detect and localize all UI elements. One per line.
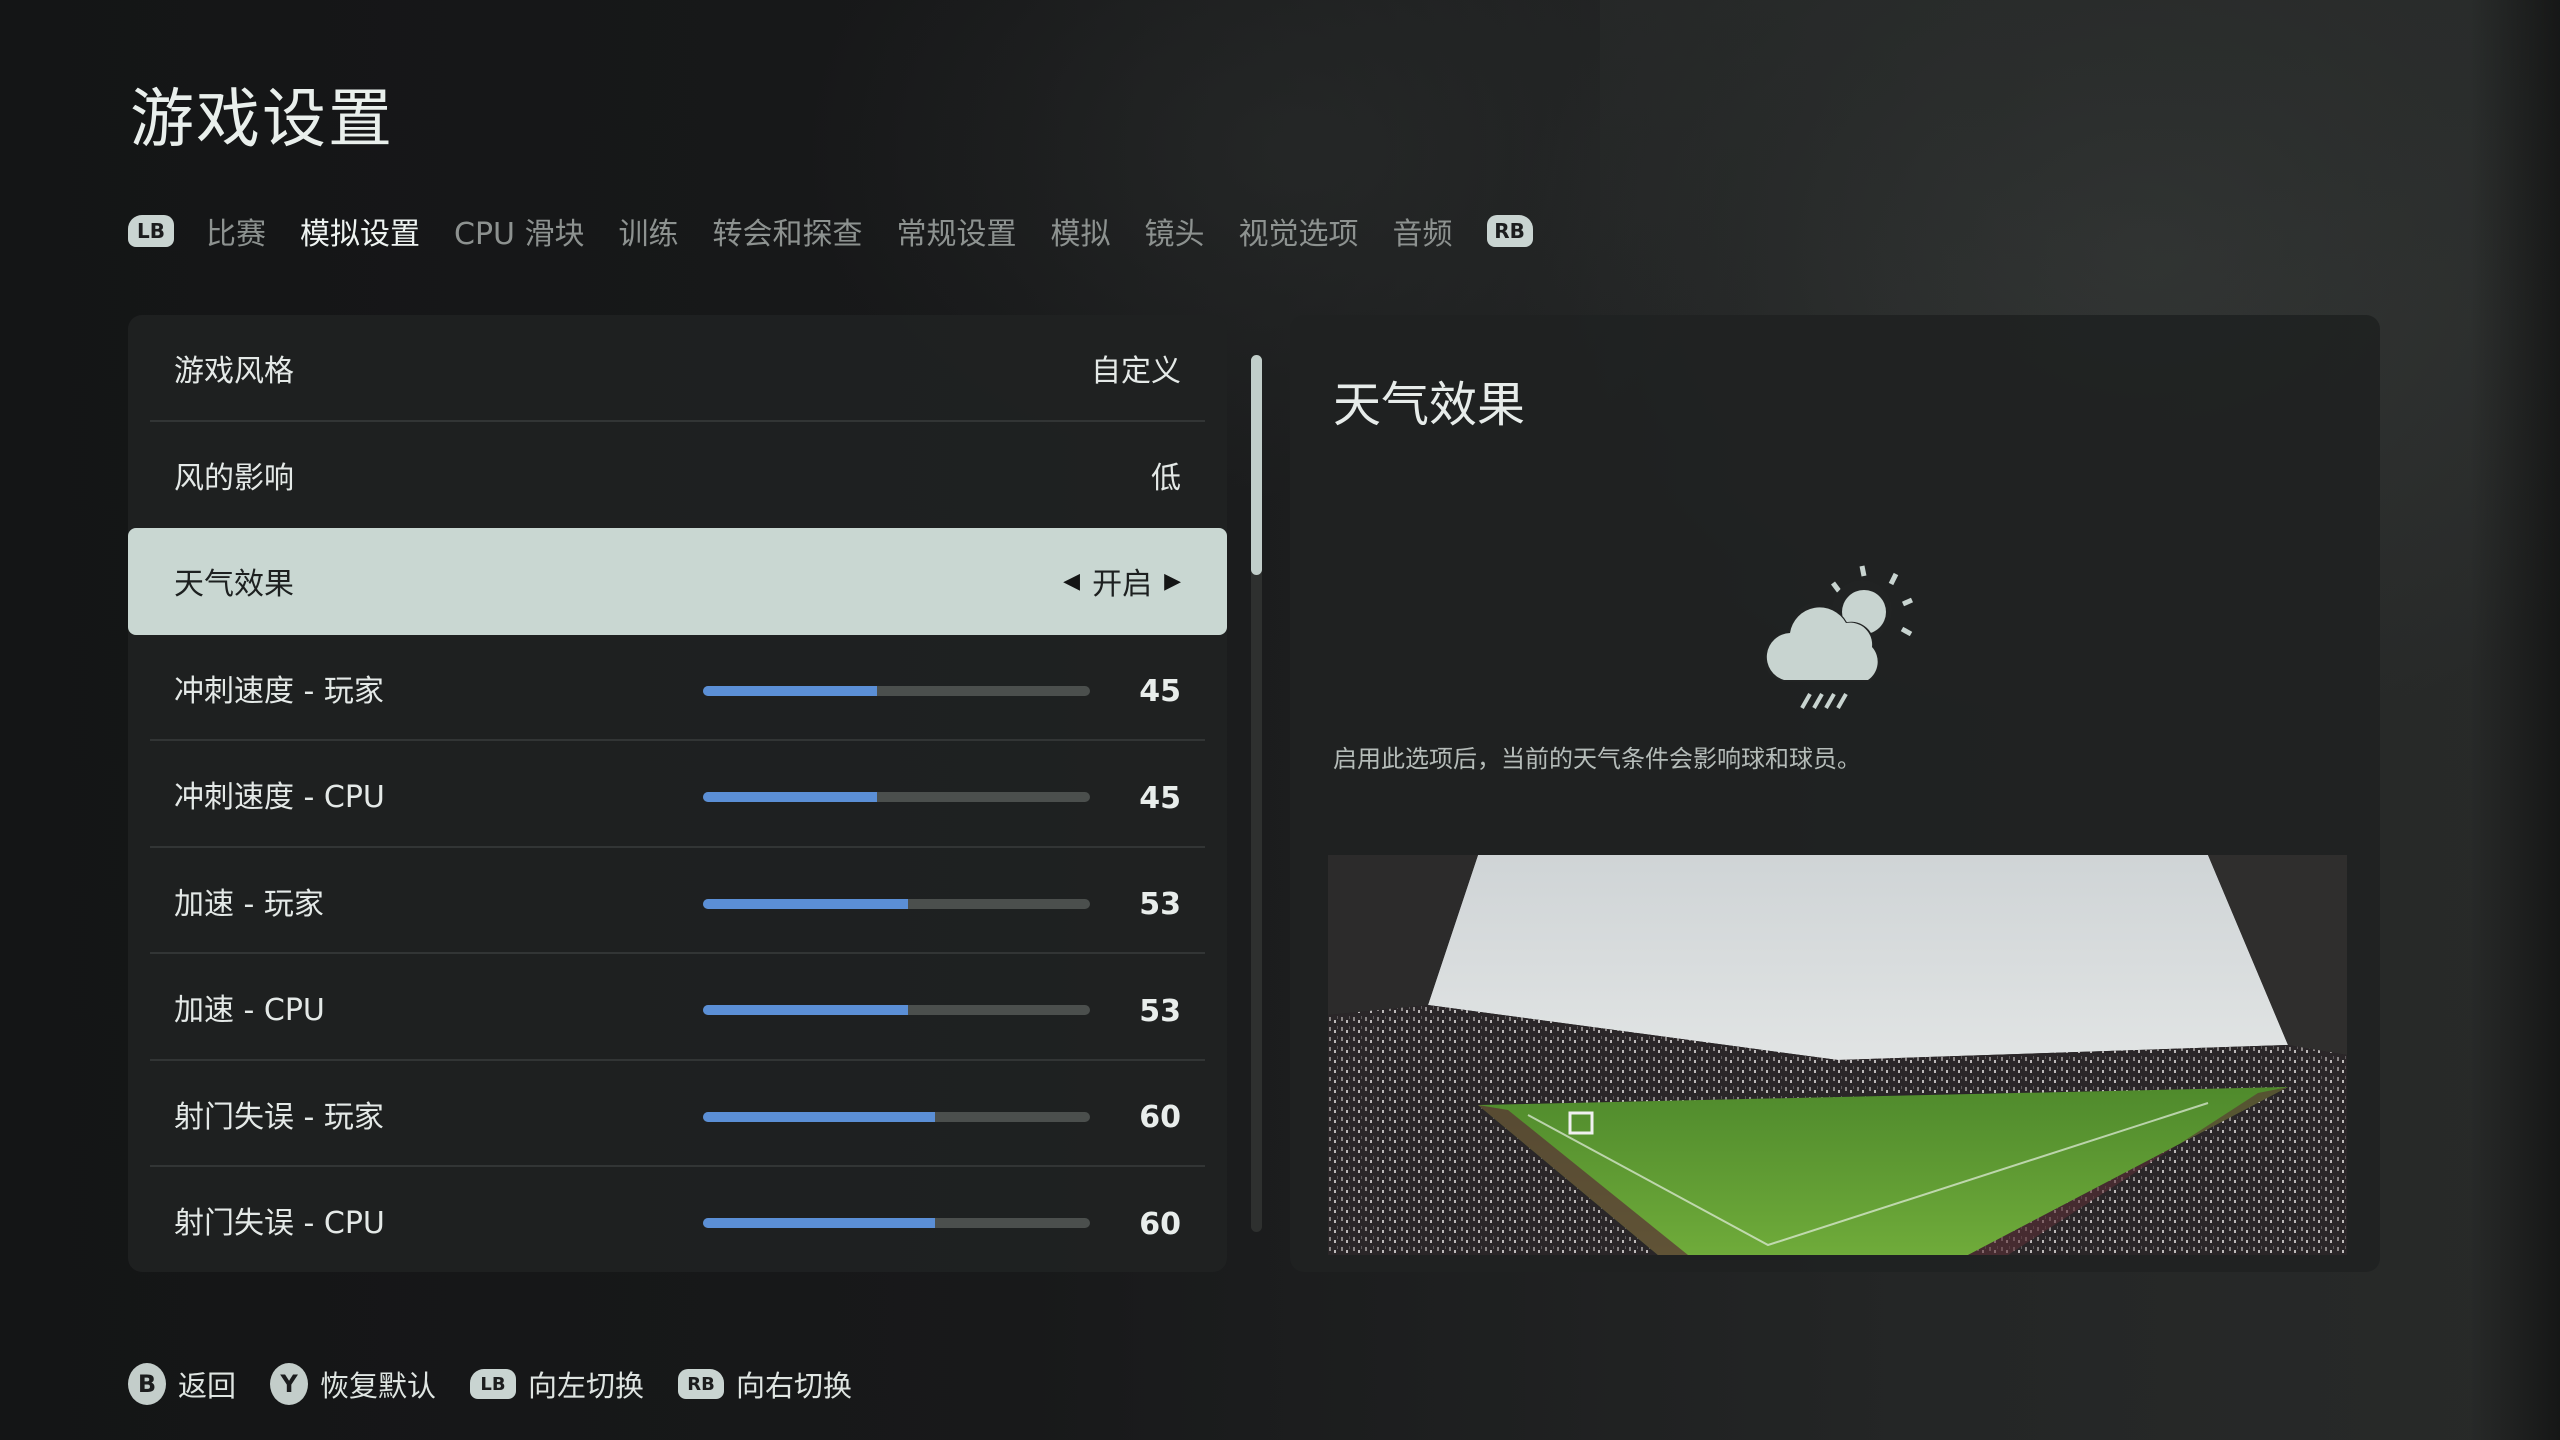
slider-track[interactable] bbox=[703, 898, 1090, 909]
slider-fill bbox=[703, 1218, 936, 1229]
background-edge bbox=[2470, 0, 2560, 1440]
settings-list: 游戏风格 自定义 风的影响 低 天气效果 ◀ 开启 ▶ 冲刺速度 - 玩家 45… bbox=[128, 315, 1227, 1272]
rb-button-icon: RB bbox=[678, 1369, 725, 1399]
slider-row-shot-error-player[interactable]: 射门失误 - 玩家 60 bbox=[128, 1061, 1227, 1168]
setting-value: 自定义 bbox=[1091, 354, 1181, 390]
slider-value: 53 bbox=[1139, 993, 1181, 1029]
slider-value: 45 bbox=[1139, 780, 1181, 816]
slider-label: 射门失误 - CPU bbox=[174, 1206, 385, 1242]
slider-label: 冲刺速度 - CPU bbox=[174, 780, 385, 816]
slider-fill bbox=[703, 685, 878, 696]
setting-row-weather-effects[interactable]: 天气效果 ◀ 开启 ▶ bbox=[128, 528, 1227, 635]
tab-bar: LB 比赛 模拟设置 CPU 滑块 训练 转会和探查 常规设置 模拟 镜头 视觉… bbox=[128, 208, 1533, 254]
slider-value: 53 bbox=[1139, 887, 1181, 923]
slider-label: 加速 - 玩家 bbox=[174, 886, 324, 922]
arrow-right-icon[interactable]: ▶ bbox=[1164, 569, 1181, 594]
detail-title: 天气效果 bbox=[1333, 377, 1526, 433]
stadium-preview-image bbox=[1328, 855, 2347, 1255]
setting-value: 开启 bbox=[1092, 567, 1153, 603]
tab-simulation-settings[interactable]: 模拟设置 bbox=[300, 209, 420, 253]
tab-general-settings[interactable]: 常规设置 bbox=[897, 209, 1017, 253]
slider-label: 加速 - CPU bbox=[174, 993, 325, 1029]
tab-simulation[interactable]: 模拟 bbox=[1051, 209, 1111, 253]
lb-button-icon: LB bbox=[470, 1369, 517, 1399]
slider-label: 射门失误 - 玩家 bbox=[174, 1099, 384, 1135]
setting-value: 低 bbox=[1151, 460, 1181, 496]
slider-value: 60 bbox=[1139, 1206, 1181, 1242]
slider-fill bbox=[703, 792, 878, 803]
setting-label: 游戏风格 bbox=[174, 354, 294, 390]
tab-camera[interactable]: 镜头 bbox=[1145, 209, 1205, 253]
setting-row-game-style[interactable]: 游戏风格 自定义 bbox=[128, 315, 1227, 422]
back-hint[interactable]: B 返回 bbox=[128, 1363, 236, 1405]
switch-right-hint[interactable]: RB 向右切换 bbox=[678, 1363, 852, 1405]
setting-label: 风的影响 bbox=[174, 460, 294, 496]
slider-track[interactable] bbox=[703, 1005, 1090, 1016]
tab-audio[interactable]: 音频 bbox=[1393, 209, 1453, 253]
hint-label: 向左切换 bbox=[528, 1369, 645, 1403]
tab-training[interactable]: 训练 bbox=[619, 209, 679, 253]
slider-track[interactable] bbox=[703, 1111, 1090, 1122]
scrollbar-thumb[interactable] bbox=[1251, 355, 1262, 575]
slider-value: 45 bbox=[1139, 674, 1181, 710]
setting-label: 天气效果 bbox=[174, 567, 294, 603]
slider-fill bbox=[703, 1111, 936, 1122]
slider-row-sprint-speed-cpu[interactable]: 冲刺速度 - CPU 45 bbox=[128, 741, 1227, 848]
hint-label: 恢复默认 bbox=[320, 1369, 437, 1403]
hint-label: 返回 bbox=[178, 1369, 237, 1403]
y-button-icon: Y bbox=[270, 1363, 309, 1405]
slider-track[interactable] bbox=[703, 685, 1090, 696]
option-selector: ◀ 开启 ▶ bbox=[1063, 559, 1181, 603]
slider-row-shot-error-cpu[interactable]: 射门失误 - CPU 60 bbox=[128, 1167, 1227, 1272]
rb-bumper-icon[interactable]: RB bbox=[1486, 215, 1533, 247]
setting-row-wind-effect[interactable]: 风的影响 低 bbox=[128, 422, 1227, 529]
slider-track[interactable] bbox=[703, 792, 1090, 803]
background-shade bbox=[1600, 0, 2560, 320]
arrow-left-icon[interactable]: ◀ bbox=[1063, 569, 1080, 594]
tab-visual-options[interactable]: 视觉选项 bbox=[1239, 209, 1359, 253]
slider-row-acceleration-cpu[interactable]: 加速 - CPU 53 bbox=[128, 954, 1227, 1061]
detail-description: 启用此选项后，当前的天气条件会影响球和球员。 bbox=[1333, 745, 1861, 773]
page-title: 游戏设置 bbox=[130, 83, 394, 157]
slider-row-sprint-speed-player[interactable]: 冲刺速度 - 玩家 45 bbox=[128, 635, 1227, 742]
slider-fill bbox=[703, 898, 909, 909]
scrollbar[interactable] bbox=[1251, 355, 1262, 1232]
switch-left-hint[interactable]: LB 向左切换 bbox=[470, 1363, 644, 1405]
lb-bumper-icon[interactable]: LB bbox=[128, 215, 174, 247]
b-button-icon: B bbox=[128, 1363, 166, 1405]
tab-transfers-scouting[interactable]: 转会和探查 bbox=[713, 209, 863, 253]
tab-cpu-sliders[interactable]: CPU 滑块 bbox=[454, 209, 585, 253]
tab-match[interactable]: 比赛 bbox=[206, 209, 266, 253]
slider-row-acceleration-player[interactable]: 加速 - 玩家 53 bbox=[128, 848, 1227, 955]
hint-label: 向右切换 bbox=[736, 1369, 853, 1403]
weather-rain-sun-icon bbox=[1763, 565, 1914, 709]
slider-label: 冲刺速度 - 玩家 bbox=[174, 673, 384, 709]
restore-defaults-hint[interactable]: Y 恢复默认 bbox=[270, 1363, 436, 1405]
slider-value: 60 bbox=[1139, 1100, 1181, 1136]
slider-track[interactable] bbox=[703, 1218, 1090, 1229]
button-hints: B 返回 Y 恢复默认 LB 向左切换 RB 向右切换 bbox=[128, 1360, 886, 1408]
slider-fill bbox=[703, 1005, 909, 1016]
detail-panel: 天气效果 启用此选项后，当前的天气条件会影响球和球员。 bbox=[1290, 315, 2380, 1272]
